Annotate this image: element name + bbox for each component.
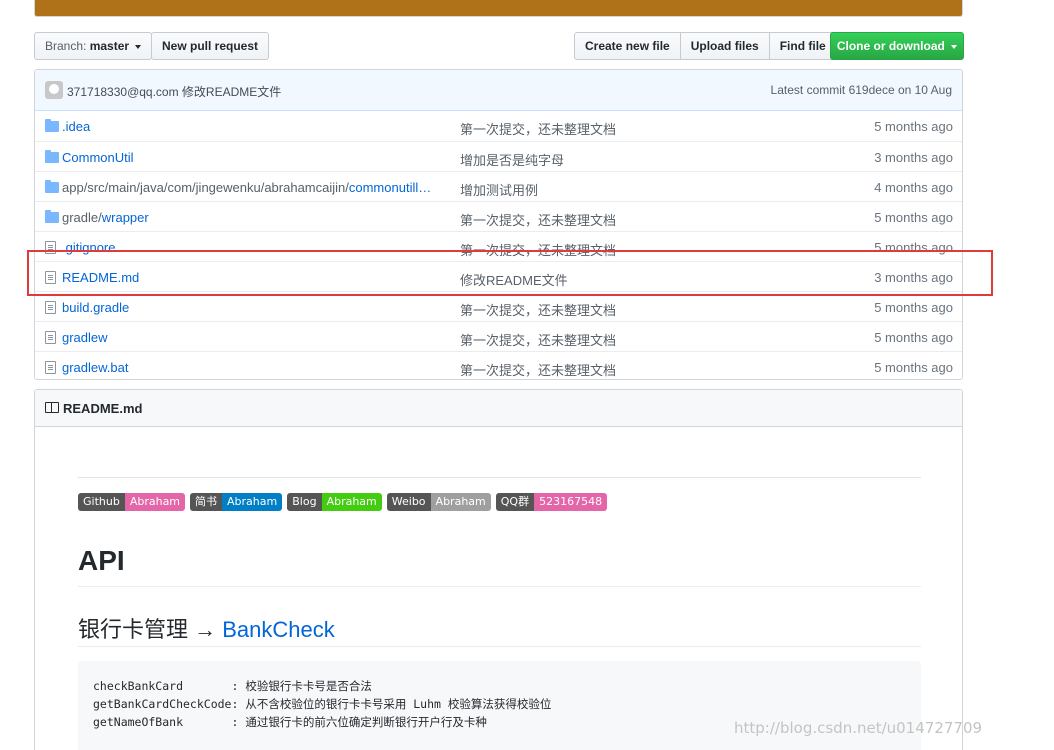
file-path-prefix[interactable]: app/src/main/java/com/jingewenku/abraham… [62, 180, 349, 195]
code-line: getBankCardCheckCode: 从不含校验位的银行卡卡号采用 Luh… [93, 697, 552, 711]
folder-icon [45, 210, 59, 223]
file-name-link[interactable]: gradlew.bat [62, 360, 452, 375]
badge[interactable]: QQ群 523167548 [495, 493, 608, 511]
clone-or-download-label: Clone or download [836, 39, 945, 53]
commit-message-link[interactable]: 第一次提交，还未整理文档 [460, 300, 616, 319]
bankcheck-link[interactable]: BankCheck [222, 617, 335, 642]
file-name-link[interactable]: gradlew [62, 330, 452, 345]
commit-message-link[interactable]: 第一次提交，还未整理文档 [460, 330, 616, 349]
commit-message-link[interactable]: 第一次提交，还未整理文档 [460, 119, 616, 138]
book-icon [45, 402, 59, 413]
folder-icon [45, 150, 59, 163]
badge[interactable]: Github Abraham [78, 493, 186, 511]
highlight-annotation-box [27, 250, 993, 296]
file-name-link[interactable]: build.gradle [62, 300, 452, 315]
commit-age: 4 months ago [874, 180, 953, 195]
latest-commit[interactable]: Latest commit 619dece on 10 Aug [771, 83, 952, 97]
badge-label: Github [78, 493, 125, 511]
create-new-file-button[interactable]: Create new file [574, 32, 681, 60]
badge[interactable]: 简书 Abraham [190, 493, 283, 511]
badge-value: Abraham [321, 493, 382, 511]
divider [78, 477, 921, 478]
file-icon [45, 361, 56, 374]
file-name-link[interactable]: gradle/wrapper [62, 210, 452, 225]
code-line: checkBankCard : 校验银行卡卡号是否合法 [93, 679, 372, 693]
file-icon [45, 331, 56, 344]
find-file-button[interactable]: Find file [768, 32, 837, 60]
branch-name: master [89, 39, 130, 53]
file-name[interactable]: gradlew [62, 330, 108, 345]
folder-icon [45, 119, 59, 132]
divider [78, 646, 921, 647]
file-name-link[interactable]: CommonUtil [62, 150, 452, 165]
heading-bank-card: 银行卡管理 → BankCheck [78, 612, 335, 644]
badge-label: Blog [287, 493, 322, 511]
commit-message-link[interactable]: 增加是否是纯字母 [460, 150, 564, 169]
file-name-link[interactable]: .idea [62, 119, 452, 134]
file-name[interactable]: build.gradle [62, 300, 129, 315]
file-row[interactable]: CommonUtil 增加是否是纯字母 3 months ago [35, 141, 962, 171]
branch-prefix: Branch: [45, 39, 87, 53]
chevron-down-icon [951, 44, 958, 49]
heading-bank-card-prefix: 银行卡管理 → [78, 617, 223, 642]
new-pull-request-button[interactable]: New pull request [151, 32, 270, 60]
commit-age: 5 months ago [874, 119, 953, 134]
file-icon [45, 301, 56, 314]
commit-age: 5 months ago [874, 300, 953, 315]
badge-value: 523167548 [534, 493, 608, 511]
branch-select-button[interactable]: Branch: master [34, 32, 153, 60]
commit-message-link[interactable]: 增加测试用例 [460, 180, 538, 199]
file-name[interactable]: wrapper [102, 210, 149, 225]
file-actions-group: Create new file Upload files Find file [574, 32, 837, 60]
chevron-down-icon [135, 44, 142, 49]
divider [78, 586, 921, 587]
file-name[interactable]: CommonUtil [62, 150, 134, 165]
commit-age: 5 months ago [874, 210, 953, 225]
avatar[interactable] [45, 81, 63, 99]
readme-panel: README.md Github Abraham 简书 Abraham Blog Abra… [34, 389, 963, 750]
commit-message-link[interactable]: 第一次提交，还未整理文档 [460, 210, 616, 229]
file-row[interactable]: gradle/wrapper 第一次提交，还未整理文档 5 months ago [35, 201, 962, 231]
badge-label: QQ群 [495, 493, 535, 511]
folder-icon [45, 180, 59, 193]
file-name[interactable]: .idea [62, 119, 90, 134]
file-name-link[interactable]: app/src/main/java/com/jingewenku/abraham… [62, 180, 452, 195]
commit-age: 3 months ago [874, 150, 953, 165]
clone-or-download-button[interactable]: Clone or download [830, 32, 964, 60]
commit-age: 5 months ago [874, 330, 953, 345]
file-row[interactable]: .idea 第一次提交，还未整理文档 5 months ago [35, 111, 962, 141]
commit-message-link[interactable]: 第一次提交，还未整理文档 [460, 360, 616, 379]
badge-value: Abraham [124, 493, 186, 511]
file-row[interactable]: gradlew 第一次提交，还未整理文档 5 months ago [35, 321, 962, 351]
file-name[interactable]: gradlew.bat [62, 360, 129, 375]
badge[interactable]: Blog Abraham [287, 493, 382, 511]
readme-title: README.md [63, 401, 143, 416]
language-bar [34, 0, 963, 17]
file-row[interactable]: gradlew.bat 第一次提交，还未整理文档 5 months ago [35, 351, 962, 379]
badge-value: Abraham [430, 493, 491, 511]
commit-tease: 371718330@qq.com 修改README文件 Latest commi… [35, 70, 962, 111]
badge[interactable]: Weibo Abraham [386, 493, 491, 511]
heading-api: API [78, 545, 125, 576]
readme-header: README.md [35, 390, 962, 427]
file-path-prefix[interactable]: gradle/ [62, 210, 102, 225]
badge-value: Abraham [222, 493, 283, 511]
watermark: http://blog.csdn.net/u014727709 [734, 719, 983, 737]
file-table: 371718330@qq.com 修改README文件 Latest commi… [34, 69, 963, 380]
badge-label: 简书 [190, 493, 223, 511]
badge-label: Weibo [386, 493, 431, 511]
badge-row: Github Abraham 简书 Abraham Blog Abraham Weibo Ab… [78, 493, 608, 511]
upload-files-button[interactable]: Upload files [679, 32, 770, 60]
commit-age: 5 months ago [874, 360, 953, 375]
file-name[interactable]: commonutill… [349, 180, 431, 195]
commit-author-message[interactable]: 371718330@qq.com 修改README文件 [67, 83, 281, 100]
file-row[interactable]: app/src/main/java/com/jingewenku/abraham… [35, 171, 962, 201]
